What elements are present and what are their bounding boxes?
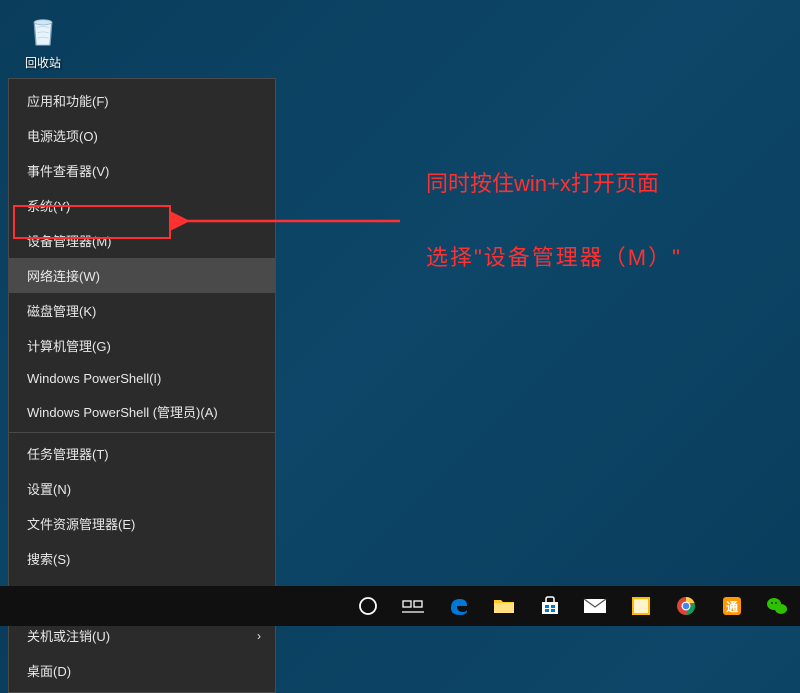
- chevron-right-icon: ›: [257, 629, 261, 643]
- menu-power-options[interactable]: 电源选项(O): [9, 118, 275, 153]
- svg-text:通: 通: [726, 599, 738, 614]
- menu-file-explorer[interactable]: 文件资源管理器(E): [9, 506, 275, 541]
- taskbar-onenote[interactable]: [618, 586, 664, 626]
- menu-separator: [9, 432, 275, 433]
- menu-disk-management[interactable]: 磁盘管理(K): [9, 293, 275, 328]
- menu-desktop[interactable]: 桌面(D): [9, 653, 275, 688]
- menu-system[interactable]: 系统(Y): [9, 188, 275, 223]
- taskbar-cortana[interactable]: [345, 586, 391, 626]
- menu-event-viewer[interactable]: 事件查看器(V): [9, 153, 275, 188]
- menu-apps-features[interactable]: 应用和功能(F): [9, 83, 275, 118]
- recycle-bin-icon: [22, 10, 64, 52]
- taskbar-file-explorer[interactable]: [482, 586, 528, 626]
- menu-device-manager[interactable]: 设备管理器(M): [9, 223, 275, 258]
- menu-powershell[interactable]: Windows PowerShell(I): [9, 363, 275, 394]
- taskbar-chrome[interactable]: [664, 586, 710, 626]
- annotation-text-2: 选择"设备管理器（M）": [426, 240, 682, 272]
- taskbar-store[interactable]: [527, 586, 573, 626]
- taskbar-mail[interactable]: [573, 586, 619, 626]
- menu-settings[interactable]: 设置(N): [9, 471, 275, 506]
- taskbar-wechat[interactable]: [755, 586, 800, 626]
- taskbar: 通: [0, 586, 800, 626]
- annotation-text-1: 同时按住win+x打开页面: [426, 166, 659, 198]
- desktop-recycle-bin[interactable]: 回收站: [22, 10, 64, 71]
- menu-task-manager[interactable]: 任务管理器(T): [9, 436, 275, 471]
- taskbar-task-view[interactable]: [391, 586, 437, 626]
- menu-network-connections[interactable]: 网络连接(W): [9, 258, 275, 293]
- menu-powershell-admin[interactable]: Windows PowerShell (管理员)(A): [9, 394, 275, 429]
- menu-search[interactable]: 搜索(S): [9, 541, 275, 576]
- menu-computer-management[interactable]: 计算机管理(G): [9, 328, 275, 363]
- taskbar-app-orange[interactable]: 通: [709, 586, 755, 626]
- recycle-bin-label: 回收站: [22, 54, 64, 71]
- taskbar-edge[interactable]: [436, 586, 482, 626]
